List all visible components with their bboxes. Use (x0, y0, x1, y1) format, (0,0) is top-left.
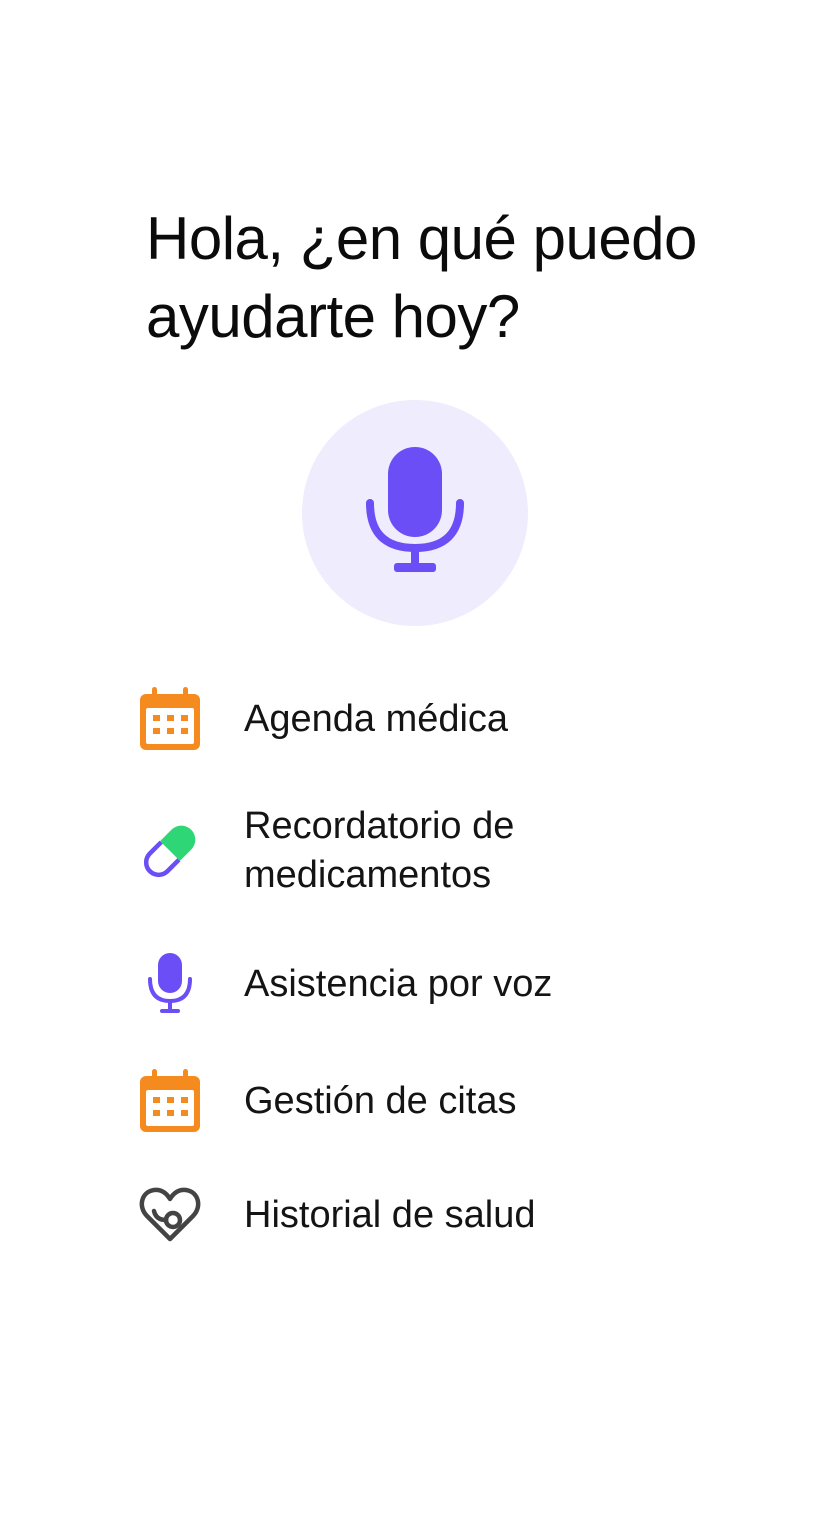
menu-item-recordatorio-medicamentos[interactable]: Recordatorio de medicamentos (130, 802, 770, 900)
calendar-icon (130, 1061, 210, 1141)
microphone-icon (130, 944, 210, 1024)
calendar-icon (130, 679, 210, 759)
menu-item-label: Gestión de citas (244, 1079, 517, 1122)
pill-icon (130, 811, 210, 891)
voice-input-button[interactable] (302, 400, 528, 626)
menu-item-label: Recordatorio de medicamentos (244, 805, 515, 896)
menu-item-agenda-medica[interactable]: Agenda médica (130, 679, 770, 759)
menu-item-label: Asistencia por voz (244, 962, 553, 1005)
heart-stethoscope-icon (130, 1175, 210, 1255)
microphone-icon (366, 447, 464, 572)
menu-item-gestion-citas[interactable]: Gestión de citas (130, 1061, 770, 1141)
menu-item-label: Agenda médica (244, 697, 509, 740)
menu-item-asistencia-voz[interactable]: Asistencia por voz (130, 944, 770, 1024)
menu-item-label: Historial de salud (244, 1193, 536, 1236)
menu-item-historial-salud[interactable]: Historial de salud (130, 1175, 770, 1255)
greeting-title: Hola, ¿en qué puedo ayudarte hoy? (146, 205, 697, 350)
